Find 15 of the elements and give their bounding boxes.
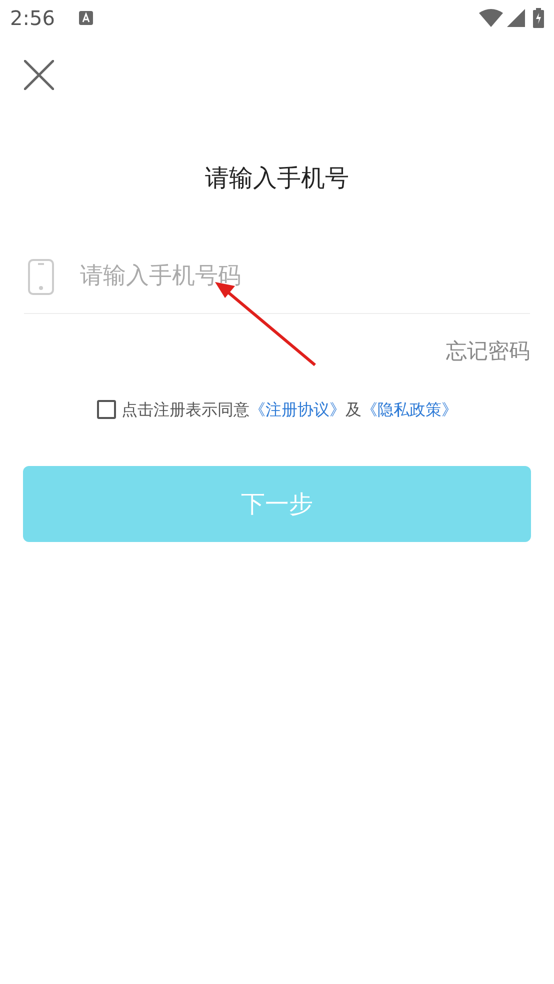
agreement-link[interactable]: 《注册协议》 (250, 398, 346, 422)
privacy-link[interactable]: 《隐私政策》 (362, 398, 458, 422)
signal-icon (507, 9, 525, 27)
keyboard-icon (78, 11, 93, 25)
wifi-icon (479, 9, 503, 27)
page-title: 请输入手机号 (205, 164, 349, 192)
close-icon[interactable] (24, 60, 54, 90)
status-time: 2:56 (10, 5, 55, 32)
phone-input[interactable]: 请输入手机号码 (78, 258, 530, 295)
battery-icon (533, 8, 544, 28)
agreement-text: 点击注册表示同意 (122, 398, 250, 420)
joiner-text: 及 (346, 398, 362, 420)
agreement-checkbox[interactable] (96, 400, 116, 419)
forgot-password-link[interactable]: 忘记密码 (446, 339, 530, 363)
phone-icon (28, 258, 54, 294)
